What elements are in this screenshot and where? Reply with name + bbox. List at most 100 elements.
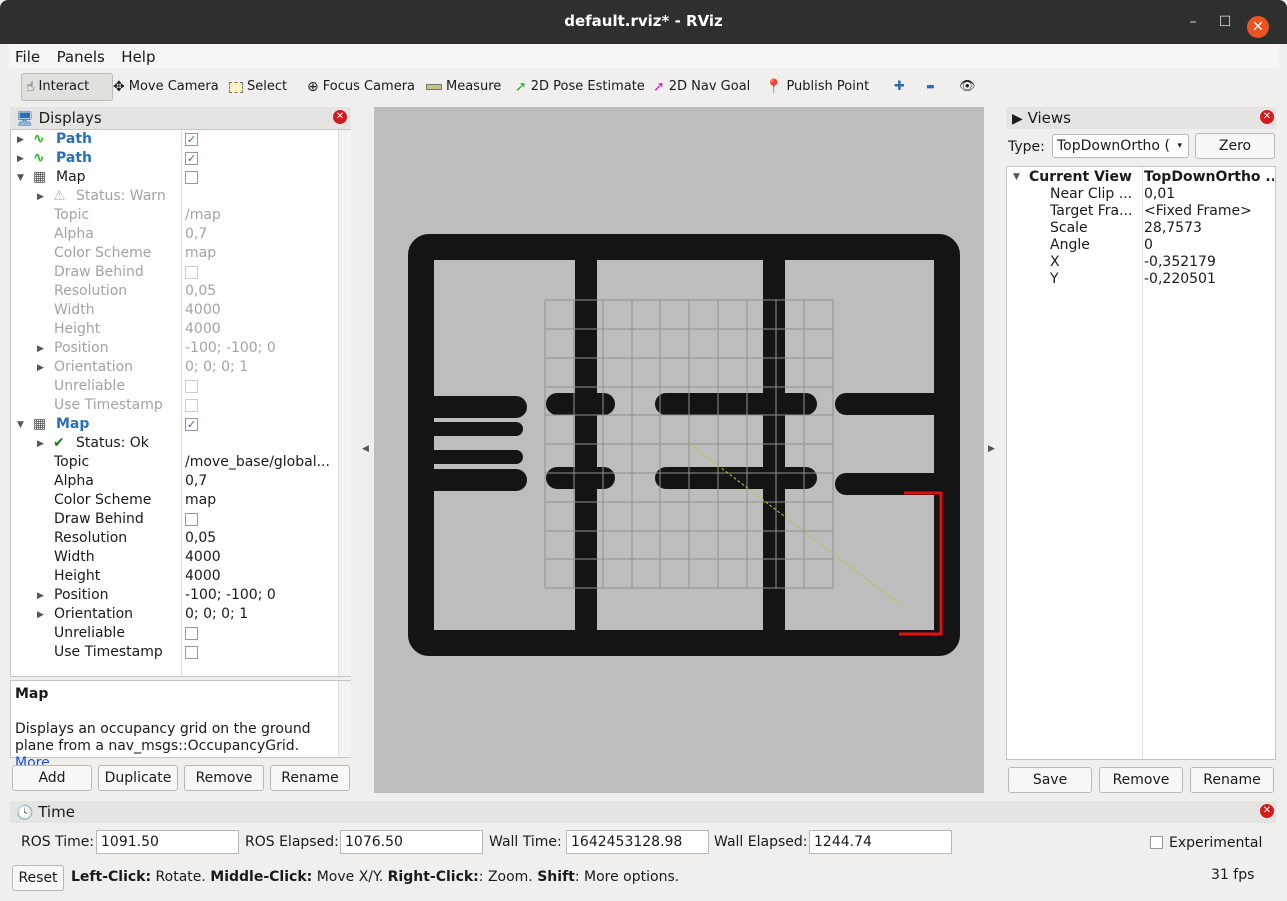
tree-expand-icon[interactable]: ▶ — [37, 439, 44, 449]
move-camera-tool[interactable]: ✥ Move Camera — [109, 73, 223, 101]
display-row-label[interactable]: Topic — [54, 206, 89, 225]
view-prop-value[interactable]: -0,220501 — [1144, 270, 1216, 289]
display-row-label[interactable]: Status: Warn — [76, 187, 166, 206]
display-row-value[interactable] — [185, 643, 335, 662]
displays-close-icon[interactable]: ✕ — [333, 110, 347, 124]
display-row-value[interactable] — [185, 263, 335, 282]
display-row-value[interactable] — [185, 434, 335, 453]
focus-camera-tool[interactable]: ⊕ Focus Camera — [303, 73, 419, 101]
measure-tool[interactable]: Measure — [422, 73, 505, 101]
display-row-label[interactable]: Draw Behind — [54, 510, 144, 529]
zero-button[interactable]: Zero — [1195, 133, 1275, 159]
select-tool[interactable]: Select — [225, 73, 291, 101]
display-row-label[interactable]: Width — [54, 301, 95, 320]
display-row-label[interactable]: Color Scheme — [54, 491, 151, 510]
display-row-value[interactable]: 4000 — [185, 320, 335, 339]
display-row-label[interactable]: Orientation — [54, 358, 133, 377]
remove-tool-button[interactable]: ▬ — [922, 73, 939, 101]
display-row-value[interactable]: 4000 — [185, 567, 335, 586]
close-button[interactable]: ✕ — [1247, 16, 1269, 38]
display-row-value[interactable] — [185, 396, 335, 415]
render-view[interactable] — [374, 107, 984, 793]
wall-elapsed-field[interactable]: 1244.74 — [809, 830, 952, 854]
display-checkbox[interactable] — [185, 646, 198, 659]
tree-expand-icon[interactable]: ▶ — [37, 610, 44, 620]
display-row-value[interactable] — [185, 149, 335, 168]
display-row-value[interactable]: -100; -100; 0 — [185, 586, 335, 605]
display-row-label[interactable]: Use Timestamp — [54, 643, 163, 662]
ros-elapsed-field[interactable]: 1076.50 — [340, 830, 483, 854]
display-checkbox[interactable]: ✓ — [185, 152, 198, 165]
display-row-value[interactable]: 0,7 — [185, 225, 335, 244]
display-row-value[interactable]: 4000 — [185, 548, 335, 567]
add-button[interactable]: Add — [12, 765, 92, 791]
maximize-button[interactable]: ☐ — [1215, 12, 1235, 32]
nav-goal-tool[interactable]: ➚ 2D Nav Goal — [649, 73, 754, 101]
expand-arrow-icon[interactable]: ▼ — [1013, 172, 1020, 182]
display-row-value[interactable]: /map — [185, 206, 335, 225]
view-options-button[interactable]: 👁 — [955, 73, 980, 101]
display-row-value[interactable] — [185, 377, 335, 396]
tree-expand-icon[interactable]: ▶ — [17, 154, 24, 164]
add-tool-button[interactable]: ✚ — [890, 73, 909, 101]
duplicate-button[interactable]: Duplicate — [98, 765, 178, 791]
tree-expand-icon[interactable]: ▼ — [17, 420, 24, 430]
display-row-value[interactable]: /move_base/global... — [185, 453, 335, 472]
displays-scrollbar[interactable] — [338, 130, 351, 676]
display-checkbox[interactable]: ✓ — [185, 133, 198, 146]
display-row-value[interactable]: 0,05 — [185, 529, 335, 548]
remove-display-button[interactable]: Remove — [184, 765, 264, 791]
view-type-select[interactable]: TopDownOrtho ( ▾ — [1052, 134, 1189, 158]
remove-view-button[interactable]: Remove — [1099, 767, 1183, 793]
display-row-value[interactable] — [185, 168, 335, 187]
display-row-label[interactable]: Map — [56, 415, 89, 434]
display-row-label[interactable]: Orientation — [54, 605, 133, 624]
display-row-value[interactable] — [185, 624, 335, 643]
display-checkbox[interactable] — [185, 266, 198, 279]
right-splitter-handle[interactable]: ▶ — [988, 444, 995, 454]
display-row-value[interactable]: 0,05 — [185, 282, 335, 301]
tree-expand-icon[interactable]: ▶ — [17, 135, 24, 145]
left-splitter-handle[interactable]: ◀ — [362, 444, 369, 454]
menu-help[interactable]: Help — [115, 46, 161, 68]
display-row-label[interactable]: Color Scheme — [54, 244, 151, 263]
save-view-button[interactable]: Save — [1008, 767, 1092, 793]
display-row-label[interactable]: Draw Behind — [54, 263, 144, 282]
display-row-label[interactable]: Resolution — [54, 529, 127, 548]
display-row-label[interactable]: Path — [56, 130, 92, 149]
tree-expand-icon[interactable]: ▶ — [37, 363, 44, 373]
description-scrollbar[interactable] — [338, 681, 351, 757]
tree-expand-icon[interactable]: ▼ — [17, 173, 24, 183]
menu-panels[interactable]: Panels — [51, 46, 111, 68]
display-row-value[interactable] — [185, 415, 335, 434]
display-row-label[interactable]: Alpha — [54, 472, 94, 491]
wall-time-field[interactable]: 1642453128.98 — [566, 830, 709, 854]
display-row-value[interactable]: 0,7 — [185, 472, 335, 491]
display-checkbox[interactable] — [185, 399, 198, 412]
interact-tool[interactable]: ☝ Interact — [21, 73, 113, 101]
display-row-label[interactable]: Position — [54, 586, 109, 605]
display-row-value[interactable]: 0; 0; 0; 1 — [185, 605, 335, 624]
publish-point-tool[interactable]: 📍 Publish Point — [761, 73, 873, 101]
experimental-checkbox[interactable] — [1150, 836, 1163, 849]
display-row-label[interactable]: Unreliable — [54, 624, 125, 643]
menu-file[interactable]: File — [9, 46, 46, 68]
display-row-label[interactable]: Height — [54, 320, 100, 339]
display-row-value[interactable]: 0; 0; 0; 1 — [185, 358, 335, 377]
display-row-label[interactable]: Alpha — [54, 225, 94, 244]
display-row-value[interactable]: map — [185, 491, 335, 510]
display-row-value[interactable] — [185, 187, 335, 206]
display-row-label[interactable]: Width — [54, 548, 95, 567]
tree-expand-icon[interactable]: ▶ — [37, 344, 44, 354]
display-row-value[interactable] — [185, 130, 335, 149]
display-row-label[interactable]: Height — [54, 567, 100, 586]
display-checkbox[interactable]: ✓ — [185, 418, 198, 431]
tree-expand-icon[interactable]: ▶ — [37, 192, 44, 202]
display-row-label[interactable]: Position — [54, 339, 109, 358]
display-row-label[interactable]: Topic — [54, 453, 89, 472]
display-row-value[interactable]: map — [185, 244, 335, 263]
display-checkbox[interactable] — [185, 513, 198, 526]
display-checkbox[interactable] — [185, 627, 198, 640]
time-close-icon[interactable]: ✕ — [1260, 804, 1274, 818]
display-checkbox[interactable] — [185, 171, 198, 184]
